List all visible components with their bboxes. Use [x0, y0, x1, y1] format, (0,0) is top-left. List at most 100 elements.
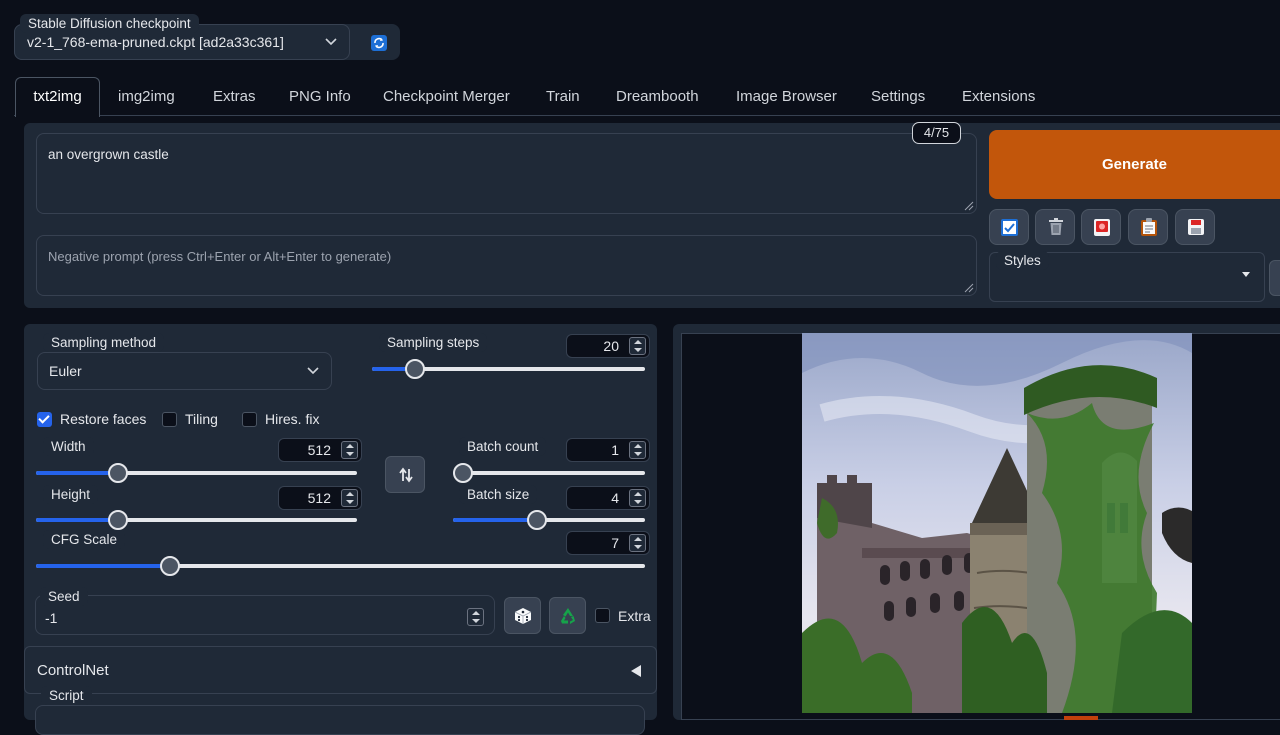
token-counter: 4/75	[912, 122, 961, 144]
token-count: 4/75	[923, 125, 950, 140]
castle-image	[802, 333, 1192, 713]
seed-value: -1	[45, 610, 58, 626]
slider-thumb[interactable]	[405, 359, 425, 379]
tab-checkpoint-merger[interactable]: Checkpoint Merger	[383, 78, 510, 116]
batch-size-label: Batch size	[459, 485, 538, 504]
stepper-icon[interactable]	[629, 337, 646, 355]
tab-txt2img[interactable]: txt2img	[15, 77, 100, 117]
width-slider[interactable]	[36, 463, 357, 483]
sampling-steps-input[interactable]: 20	[566, 334, 650, 358]
clipboard-icon	[1141, 218, 1157, 236]
slider-thumb[interactable]	[453, 463, 473, 483]
restore-faces-checkbox[interactable]	[37, 412, 52, 427]
caret-left-icon	[631, 665, 641, 677]
show-extra-networks-button[interactable]	[989, 209, 1029, 245]
width-value: 512	[307, 442, 331, 458]
width-input[interactable]: 512	[278, 438, 362, 462]
tab-train[interactable]: Train	[546, 78, 580, 116]
seed-label: Seed	[40, 587, 88, 606]
tab-extras[interactable]: Extras	[213, 78, 256, 116]
prompt-input[interactable]: an overgrown castle	[36, 133, 977, 214]
stepper-icon[interactable]	[629, 441, 646, 459]
generated-image[interactable]	[802, 333, 1192, 713]
slider-fill	[36, 518, 118, 522]
negative-prompt-input[interactable]: Negative prompt (press Ctrl+Enter or Alt…	[36, 235, 977, 296]
script-label: Script	[41, 686, 92, 705]
random-seed-button[interactable]	[504, 597, 541, 634]
save-icon	[1188, 219, 1204, 235]
sampling-steps-label: Sampling steps	[379, 333, 488, 352]
image-indicator	[1064, 716, 1098, 720]
batch-count-label: Batch count	[459, 437, 547, 456]
batch-size-input[interactable]: 4	[566, 486, 650, 510]
sampling-method-label: Sampling method	[43, 333, 165, 352]
prompt-text: an overgrown castle	[48, 147, 169, 162]
slider-fill	[36, 564, 170, 568]
seed-input[interactable]: -1	[35, 595, 495, 635]
paste-styles-button[interactable]	[1128, 209, 1168, 245]
sampling-method-value: Euler	[49, 363, 82, 379]
swap-icon	[399, 467, 413, 483]
chevron-down-icon	[325, 38, 337, 46]
stepper-icon[interactable]	[629, 534, 646, 552]
stepper-icon[interactable]	[467, 608, 484, 626]
script-select[interactable]	[35, 705, 645, 735]
card-icon	[1094, 219, 1110, 236]
tab-extensions[interactable]: Extensions	[962, 78, 1035, 116]
tab-txt2img-label: txt2img	[33, 88, 82, 105]
caret-down-icon	[1242, 272, 1250, 277]
slider-thumb[interactable]	[108, 510, 128, 530]
height-slider[interactable]	[36, 510, 357, 530]
trash-icon	[1049, 218, 1063, 235]
stepper-icon[interactable]	[341, 489, 358, 507]
sampling-steps-value: 20	[603, 338, 619, 354]
extra-seed-label: Extra	[618, 608, 651, 624]
slider-thumb[interactable]	[108, 463, 128, 483]
height-label: Height	[43, 485, 99, 504]
read-generation-params-button[interactable]	[1081, 209, 1121, 245]
slider-thumb[interactable]	[527, 510, 547, 530]
slider-fill	[36, 471, 118, 475]
save-style-button[interactable]	[1175, 209, 1215, 245]
cfg-scale-input[interactable]: 7	[566, 531, 650, 555]
resize-handle-icon[interactable]	[964, 201, 974, 211]
refresh-checkpoint-button[interactable]	[364, 31, 396, 55]
tab-png-info[interactable]: PNG Info	[289, 78, 351, 116]
tiling-checkbox[interactable]	[162, 412, 177, 427]
swap-dimensions-button[interactable]	[385, 456, 425, 493]
recycle-icon	[561, 608, 575, 624]
extra-seed-checkbox[interactable]	[595, 608, 610, 623]
width-label: Width	[43, 437, 94, 456]
batch-count-slider[interactable]	[453, 463, 645, 483]
cfg-scale-value: 7	[611, 535, 619, 551]
cfg-scale-slider[interactable]	[36, 556, 645, 576]
batch-size-value: 4	[611, 490, 619, 506]
clear-prompt-button[interactable]	[1035, 209, 1075, 245]
tab-settings[interactable]: Settings	[871, 78, 925, 116]
tab-img2img[interactable]: img2img	[118, 78, 175, 116]
height-value: 512	[307, 490, 331, 506]
reuse-seed-button[interactable]	[549, 597, 586, 634]
controlnet-accordion[interactable]: ControlNet	[24, 646, 657, 694]
stepper-icon[interactable]	[629, 489, 646, 507]
tab-dreambooth[interactable]: Dreambooth	[616, 78, 699, 116]
sampling-steps-slider[interactable]	[372, 359, 645, 379]
apply-style-button[interactable]	[1269, 260, 1280, 296]
hires-fix-checkbox[interactable]	[242, 412, 257, 427]
checkpoint-label: Stable Diffusion checkpoint	[20, 14, 199, 33]
hires-fix-label: Hires. fix	[265, 411, 320, 427]
chevron-down-icon	[307, 367, 319, 375]
generate-label: Generate	[1101, 156, 1168, 173]
slider-fill	[453, 518, 537, 522]
tab-image-browser[interactable]: Image Browser	[736, 78, 837, 116]
batch-count-input[interactable]: 1	[566, 438, 650, 462]
sampling-method-select[interactable]: Euler	[37, 352, 332, 390]
generate-button[interactable]: Generate	[989, 130, 1280, 199]
resize-handle-icon[interactable]	[964, 283, 974, 293]
stepper-icon[interactable]	[341, 441, 358, 459]
controlnet-label: ControlNet	[37, 662, 109, 679]
batch-size-slider[interactable]	[453, 510, 645, 530]
height-input[interactable]: 512	[278, 486, 362, 510]
checkbox-icon	[1001, 219, 1018, 236]
slider-thumb[interactable]	[160, 556, 180, 576]
